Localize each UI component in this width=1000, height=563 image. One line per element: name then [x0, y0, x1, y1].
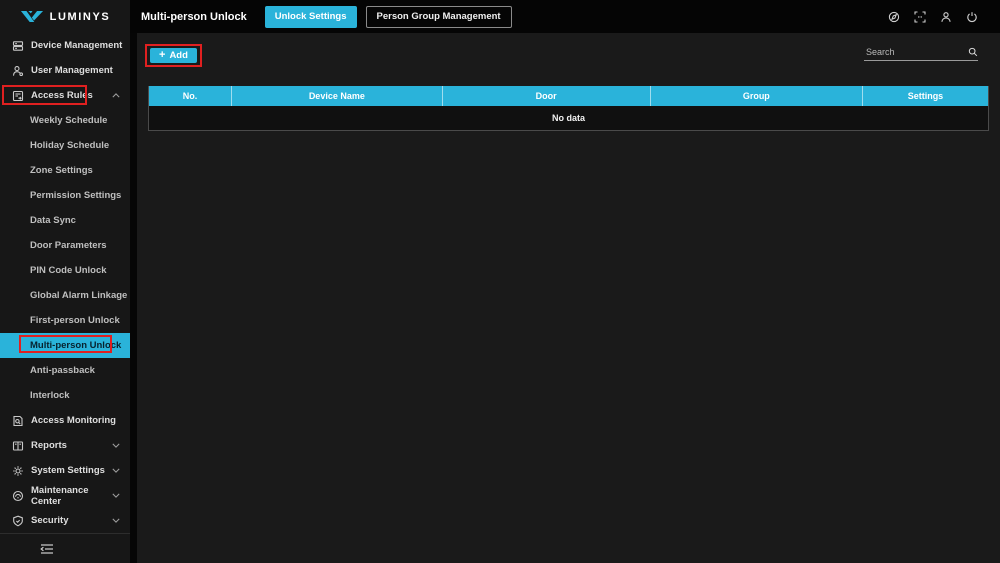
add-button[interactable]: + Add: [150, 48, 197, 63]
column-header-group: Group: [651, 86, 863, 106]
add-button-wrap: + Add: [150, 48, 197, 63]
search-box: [864, 43, 978, 61]
topbar: Multi-person Unlock Unlock Settings Pers…: [130, 0, 1000, 33]
column-header-no: No.: [149, 86, 232, 106]
column-header-settings: Settings: [863, 86, 988, 106]
main-area: Multi-person Unlock Unlock Settings Pers…: [130, 0, 1000, 563]
app-window: LUMINYS Device Management: [0, 0, 1000, 563]
sidebar-item-user-management[interactable]: User Management: [0, 58, 130, 83]
table-header-row: No. Device Name Door Group Settings: [149, 86, 988, 106]
sidebar-item-multi-person-unlock[interactable]: Multi-person Unlock: [0, 333, 130, 358]
monitoring-icon: [12, 415, 24, 427]
luminys-logo-icon: [20, 9, 44, 24]
unlock-settings-table: No. Device Name Door Group Settings No d…: [148, 86, 989, 131]
page-title: Multi-person Unlock: [141, 11, 247, 23]
chevron-down-icon: [112, 518, 120, 523]
sidebar-item-global-alarm-linkage[interactable]: Global Alarm Linkage: [0, 283, 130, 308]
sidebar-item-device-management[interactable]: Device Management: [0, 33, 130, 58]
sidebar-item-weekly-schedule[interactable]: Weekly Schedule: [0, 108, 130, 133]
sidebar-item-permission-settings[interactable]: Permission Settings: [0, 183, 130, 208]
user-icon[interactable]: [940, 11, 952, 23]
search-icon[interactable]: [968, 47, 978, 57]
chevron-up-icon: [112, 93, 120, 98]
plus-icon: +: [159, 50, 165, 61]
sidebar-item-anti-passback[interactable]: Anti-passback: [0, 358, 130, 383]
device-icon: [12, 40, 24, 52]
search-input[interactable]: [864, 47, 968, 57]
sidebar-item-maintenance-center[interactable]: Maintenance Center: [0, 483, 130, 508]
sidebar-item-data-sync[interactable]: Data Sync: [0, 208, 130, 233]
menu-fold-icon[interactable]: [40, 543, 54, 555]
brand-logo: LUMINYS: [0, 0, 130, 33]
chevron-down-icon: [112, 493, 120, 498]
user-key-icon: [12, 65, 24, 77]
compass-icon[interactable]: [888, 11, 900, 23]
sidebar-nav: Device Management User Management: [0, 33, 130, 533]
sidebar-item-pin-code-unlock[interactable]: PIN Code Unlock: [0, 258, 130, 283]
tab-person-group-management[interactable]: Person Group Management: [366, 6, 512, 28]
chevron-down-icon: [112, 443, 120, 448]
maintenance-icon: [12, 490, 24, 502]
shield-icon: [12, 515, 24, 527]
table-empty-state: No data: [149, 106, 988, 130]
sidebar-footer: [0, 534, 130, 563]
sidebar-item-zone-settings[interactable]: Zone Settings: [0, 158, 130, 183]
column-header-door: Door: [443, 86, 651, 106]
power-icon[interactable]: [966, 11, 978, 23]
reports-icon: [12, 440, 24, 452]
sidebar-item-label: Device Management: [31, 40, 122, 51]
sidebar-item-system-settings[interactable]: System Settings: [0, 458, 130, 483]
chevron-down-icon: [112, 468, 120, 473]
sidebar-item-door-parameters[interactable]: Door Parameters: [0, 233, 130, 258]
gear-icon: [12, 465, 24, 477]
content-panel: + Add No. Device Name: [137, 33, 1000, 563]
sidebar-item-holiday-schedule[interactable]: Holiday Schedule: [0, 133, 130, 158]
sidebar-item-reports[interactable]: Reports: [0, 433, 130, 458]
sidebar-item-first-person-unlock[interactable]: First-person Unlock: [0, 308, 130, 333]
toolbar: + Add: [137, 33, 1000, 73]
column-header-device-name: Device Name: [232, 86, 443, 106]
sidebar-item-interlock[interactable]: Interlock: [0, 383, 130, 408]
sidebar: LUMINYS Device Management: [0, 0, 130, 563]
fullscreen-icon[interactable]: [914, 11, 926, 23]
sidebar-item-security[interactable]: Security: [0, 508, 130, 533]
sidebar-item-access-rules[interactable]: Access Rules: [0, 83, 130, 108]
topbar-actions: [888, 11, 1000, 23]
sidebar-item-access-monitoring[interactable]: Access Monitoring: [0, 408, 130, 433]
brand-name: LUMINYS: [50, 11, 111, 23]
sidebar-item-label: User Management: [31, 65, 113, 76]
access-rules-icon: [12, 90, 24, 102]
sidebar-item-label: Access Rules: [31, 90, 93, 101]
tab-unlock-settings[interactable]: Unlock Settings: [265, 6, 357, 28]
